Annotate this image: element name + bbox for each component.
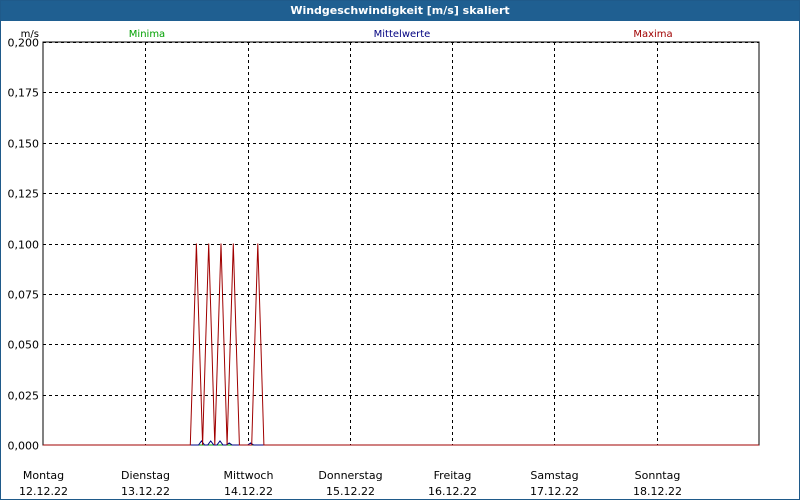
y-tick-label: 0,050 bbox=[8, 339, 40, 352]
day-name-label: Mittwoch bbox=[224, 469, 274, 482]
chart-area: 0,000 0,025 0,050 0,075 0,100 0,125 0,150 0,175… bbox=[1, 21, 799, 499]
y-tick-label: 0,025 bbox=[8, 390, 40, 403]
day-date-label: 16.12.22 bbox=[428, 485, 477, 498]
wind-speed-chart: 0,000 0,025 0,050 0,075 0,100 0,125 0,150 0,175… bbox=[8, 29, 760, 498]
day-date-label: 13.12.22 bbox=[121, 485, 170, 498]
day-name-label: Samstag bbox=[530, 469, 578, 482]
day-name-label: Donnerstag bbox=[318, 469, 382, 482]
y-tick-label: 0,125 bbox=[8, 188, 40, 201]
day-date-label: 18.12.22 bbox=[633, 485, 682, 498]
day-date-label: 12.12.22 bbox=[19, 485, 68, 498]
legend-item: Mittelwerte bbox=[374, 29, 431, 40]
day-name-label: Montag bbox=[23, 469, 64, 482]
plot-frame bbox=[42, 41, 760, 446]
y-axis-label: m/s bbox=[21, 29, 39, 40]
day-name-label: Dienstag bbox=[121, 469, 170, 482]
y-tick-label: 0,150 bbox=[8, 138, 40, 151]
day-name-label: Sonntag bbox=[635, 469, 681, 482]
window-title: Windgeschwindigkeit [m/s] skaliert bbox=[1, 1, 799, 21]
day-date-label: 15.12.22 bbox=[326, 485, 375, 498]
chart-window: Windgeschwindigkeit [m/s] skaliert 0,000… bbox=[0, 0, 800, 500]
legend-item: Maxima bbox=[633, 29, 672, 40]
day-date-label: 14.12.22 bbox=[224, 485, 273, 498]
y-tick-label: 0,100 bbox=[8, 239, 40, 252]
y-tick-label: 0,000 bbox=[8, 440, 40, 453]
day-date-label: 17.12.22 bbox=[530, 485, 579, 498]
legend-item: Minima bbox=[129, 29, 165, 40]
day-name-label: Freitag bbox=[434, 469, 472, 482]
y-tick-label: 0,075 bbox=[8, 289, 40, 302]
y-tick-label: 0,175 bbox=[8, 87, 40, 100]
